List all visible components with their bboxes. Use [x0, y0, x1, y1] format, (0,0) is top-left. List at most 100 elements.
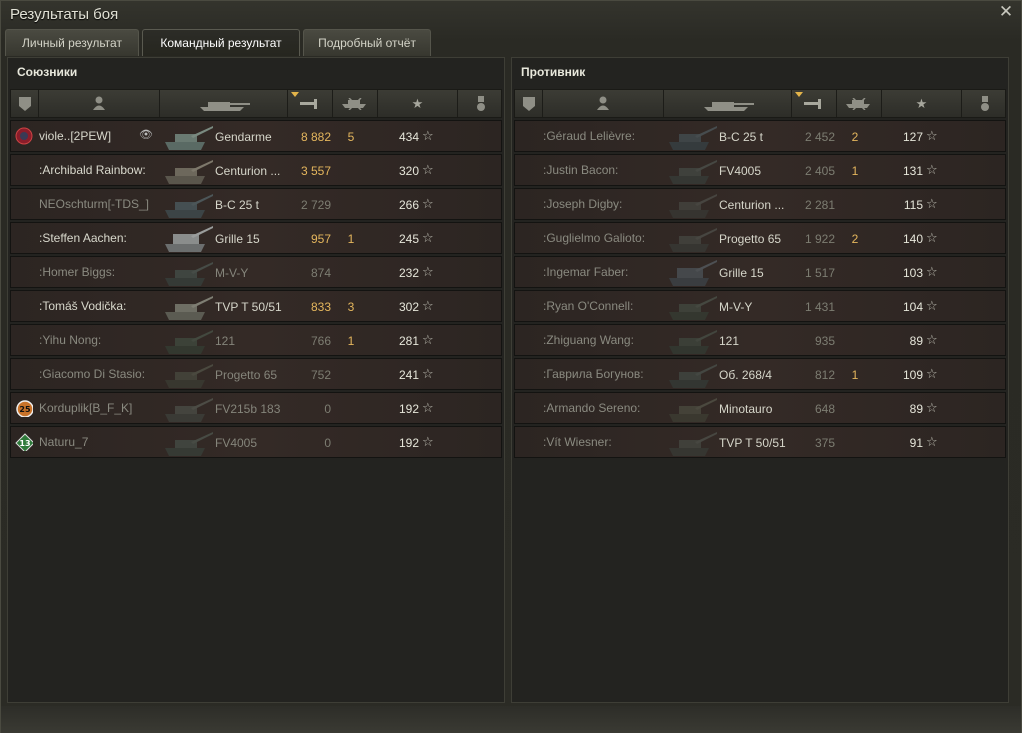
ally-row[interactable]: :Archibald Rainbow: Centurion ... 3 557 …	[10, 154, 502, 186]
xp-star-icon[interactable]: ★	[378, 90, 458, 117]
player-name: :Vít Wiesner:	[543, 435, 612, 449]
xp-value: 434	[398, 130, 419, 144]
player-name: Korduplik[B_F_K]	[39, 401, 133, 415]
star-icon: ☆	[422, 434, 434, 449]
ally-row[interactable]: 25 Korduplik[B_F_K] FV215b 183 0 192 ☆	[10, 392, 502, 424]
player-name: viole..[2PEW]	[39, 129, 112, 143]
allies-column-header: ★	[10, 89, 502, 118]
xp-value: 103	[902, 266, 923, 280]
player-icon[interactable]	[39, 90, 160, 117]
clan-emblem-icon	[15, 127, 33, 145]
damage-value: 8 882	[300, 130, 331, 144]
xp-value: 91	[909, 436, 923, 450]
player-name: :Homer Biggs:	[39, 265, 116, 279]
damage-value: 2 405	[804, 164, 835, 178]
enemies-title: Противник	[521, 65, 586, 79]
tank-image-icon	[165, 330, 213, 354]
damage-icon[interactable]	[792, 90, 837, 117]
xp-value: 241	[398, 368, 419, 382]
enemy-row[interactable]: :Guglielmo Galioto: Progetto 65 1 922 2 …	[514, 222, 1006, 254]
enemy-row[interactable]: :Justin Bacon: FV4005 2 405 1 131 ☆	[514, 154, 1006, 186]
star-icon: ☆	[926, 230, 938, 245]
player-icon[interactable]	[543, 90, 664, 117]
star-icon: ☆	[926, 128, 938, 143]
vehicle-name: FV4005	[719, 164, 762, 178]
vehicle-name: Centurion ...	[215, 164, 281, 178]
damage-icon[interactable]	[288, 90, 333, 117]
vehicle-name: FV4005	[215, 436, 258, 450]
vehicle-name: B-C 25 t	[215, 198, 260, 212]
enemy-row[interactable]: :Géraud Lelièvre: B-C 25 t 2 452 2 127 ☆	[514, 120, 1006, 152]
player-name: :Zhiguang Wang:	[543, 333, 634, 347]
player-name: :Armando Sereno:	[543, 401, 641, 415]
sort-arrow-icon	[291, 92, 299, 97]
ally-row[interactable]: :Yihu Nong: 121 766 1 281 ☆	[10, 324, 502, 356]
enemy-row[interactable]: :Ingemar Faber: Grille 15 1 517 103 ☆	[514, 256, 1006, 288]
tab-personal-result[interactable]: Личный результат	[5, 29, 139, 56]
xp-value: 127	[902, 130, 923, 144]
vehicle-name: TVP T 50/51	[719, 436, 786, 450]
player-name: :Archibald Rainbow:	[39, 163, 146, 177]
xp-star-icon[interactable]: ★	[882, 90, 962, 117]
enemy-row[interactable]: :Гаврила Богунов: Об. 268/4 812 1 109 ☆	[514, 358, 1006, 390]
enemy-row[interactable]: :Joseph Digby: Centurion ... 2 281 115 ☆	[514, 188, 1006, 220]
platoon-icon[interactable]	[515, 90, 543, 117]
tab-team-result[interactable]: Командный результат	[142, 29, 300, 56]
tank-icon[interactable]	[664, 90, 792, 117]
tank-image-icon	[165, 126, 213, 150]
damage-value: 752	[310, 368, 331, 382]
player-name: Naturu_7	[39, 435, 89, 449]
rank-badge-number: 25	[19, 405, 31, 414]
medal-icon[interactable]	[458, 90, 503, 117]
ally-row[interactable]: :Tomáš Vodička: TVP T 50/51 833 3 302 ☆	[10, 290, 502, 322]
damage-value: 812	[814, 368, 835, 382]
tank-image-icon	[669, 432, 717, 456]
xp-value: 89	[909, 334, 923, 348]
player-name: :Géraud Lelièvre:	[543, 129, 636, 143]
kills-value: 5	[347, 130, 355, 144]
player-name: :Joseph Digby:	[543, 197, 623, 211]
tank-image-icon	[669, 194, 717, 218]
enemy-row[interactable]: :Zhiguang Wang: 121 935 89 ☆	[514, 324, 1006, 356]
ally-row[interactable]: :Homer Biggs: M-V-Y 874 232 ☆	[10, 256, 502, 288]
damage-value: 935	[814, 334, 835, 348]
player-name: :Ryan O'Connell:	[543, 299, 634, 313]
platoon-icon[interactable]	[11, 90, 39, 117]
ally-row[interactable]: NEOschturm[-TDS_] B-C 25 t 2 729 266 ☆	[10, 188, 502, 220]
vehicle-name: Grille 15	[215, 232, 260, 246]
xp-value: 302	[398, 300, 419, 314]
enemy-row[interactable]: :Vít Wiesner: TVP T 50/51 375 91 ☆	[514, 426, 1006, 458]
xp-value: 192	[398, 402, 419, 416]
tank-image-icon	[669, 398, 717, 422]
allies-panel: Союзники ★ viole..[2PEW] 👁 Gendarme 8 88…	[7, 57, 505, 703]
star-icon: ☆	[926, 162, 938, 177]
ally-row[interactable]: :Steffen Aachen: Grille 15 957 1 245 ☆	[10, 222, 502, 254]
tab-detailed-report[interactable]: Подробный отчёт	[303, 29, 431, 56]
close-icon[interactable]: ✕	[997, 3, 1015, 21]
ally-row[interactable]: :Giacomo Di Stasio: Progetto 65 752 241 …	[10, 358, 502, 390]
player-name: :Гаврила Богунов:	[543, 367, 644, 381]
damage-value: 2 729	[300, 198, 331, 212]
damage-value: 2 452	[804, 130, 835, 144]
tank-icon[interactable]	[160, 90, 288, 117]
vehicle-name: B-C 25 t	[719, 130, 764, 144]
damage-value: 766	[310, 334, 331, 348]
damage-value: 2 281	[804, 198, 835, 212]
enemy-row[interactable]: :Ryan O'Connell: M-V-Y 1 431 104 ☆	[514, 290, 1006, 322]
kills-icon[interactable]	[333, 90, 378, 117]
star-icon: ☆	[422, 366, 434, 381]
tank-image-icon	[165, 296, 213, 320]
xp-value: 232	[398, 266, 419, 280]
ally-row[interactable]: 13 Naturu_7 FV4005 0 192 ☆	[10, 426, 502, 458]
vehicle-name: TVP T 50/51	[215, 300, 282, 314]
ally-row[interactable]: viole..[2PEW] 👁 Gendarme 8 882 5 434 ☆	[10, 120, 502, 152]
xp-value: 131	[902, 164, 923, 178]
enemy-row[interactable]: :Armando Sereno: Minotauro 648 89 ☆	[514, 392, 1006, 424]
damage-value: 874	[310, 266, 331, 280]
medal-icon[interactable]	[962, 90, 1007, 117]
kills-value: 1	[347, 334, 355, 348]
window-title: Результаты боя	[10, 6, 119, 23]
xp-value: 140	[902, 232, 923, 246]
kills-icon[interactable]	[837, 90, 882, 117]
tank-image-icon	[669, 330, 717, 354]
